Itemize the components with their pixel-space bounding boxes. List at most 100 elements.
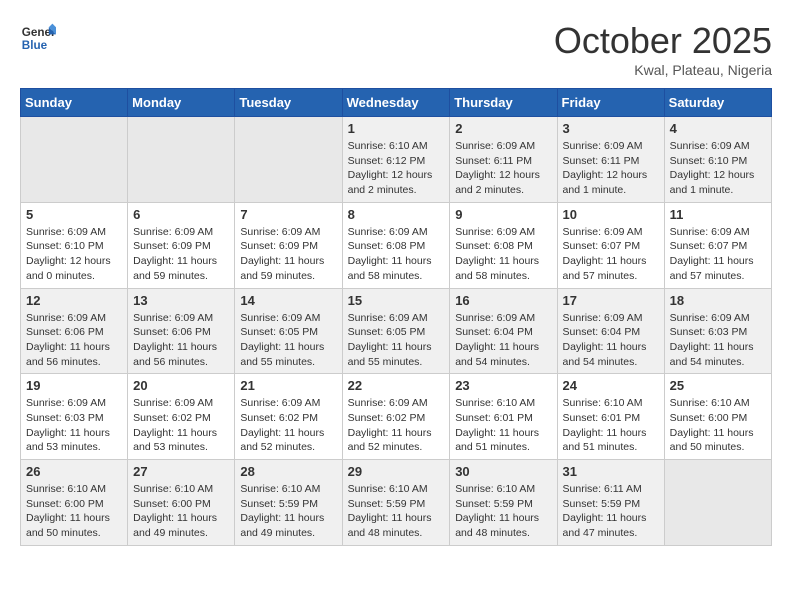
calendar-day-cell: 11 Sunrise: 6:09 AMSunset: 6:07 PMDayligh… — [664, 202, 771, 288]
calendar-week-row: 1 Sunrise: 6:10 AMSunset: 6:12 PMDaylight… — [21, 117, 772, 203]
calendar-day-cell — [664, 460, 771, 546]
calendar-day-cell: 8Sunrise: 6:09 AMSunset: 6:08 PMDaylight… — [342, 202, 450, 288]
day-number: 19 — [26, 378, 122, 393]
calendar-day-cell: 27Sunrise: 6:10 AMSunset: 6:00 PMDayligh… — [128, 460, 235, 546]
calendar-day-cell: 10 Sunrise: 6:09 AMSunset: 6:07 PMDayligh… — [557, 202, 664, 288]
calendar-day-cell: 19 Sunrise: 6:09 AMSunset: 6:03 PMDayligh… — [21, 374, 128, 460]
day-number: 15 — [348, 293, 445, 308]
day-number: 17 — [563, 293, 659, 308]
day-info: Sunrise: 6:10 AMSunset: 6:12 PMDaylight:… — [348, 139, 445, 198]
calendar-day-cell — [128, 117, 235, 203]
day-number: 11 — [670, 207, 766, 222]
calendar-day-cell: 12 Sunrise: 6:09 AMSunset: 6:06 PMDayligh… — [21, 288, 128, 374]
day-number: 13 — [133, 293, 229, 308]
weekday-header: Tuesday — [235, 89, 342, 117]
day-info: Sunrise: 6:10 AMSunset: 6:01 PMDaylight:… — [563, 396, 659, 455]
day-info: Sunrise: 6:10 AMSunset: 6:00 PMDaylight:… — [133, 482, 229, 541]
day-number: 28 — [240, 464, 336, 479]
day-number: 18 — [670, 293, 766, 308]
day-number: 5 — [26, 207, 122, 222]
day-number: 4 — [670, 121, 766, 136]
weekday-header: Friday — [557, 89, 664, 117]
calendar-day-cell: 22Sunrise: 6:09 AMSunset: 6:02 PMDayligh… — [342, 374, 450, 460]
day-number: 6 — [133, 207, 229, 222]
calendar-day-cell — [21, 117, 128, 203]
day-number: 12 — [26, 293, 122, 308]
logo: General Blue — [20, 20, 56, 56]
calendar-day-cell: 3Sunrise: 6:09 AMSunset: 6:11 PMDaylight… — [557, 117, 664, 203]
day-number: 31 — [563, 464, 659, 479]
day-info: Sunrise: 6:09 AMSunset: 6:06 PMDaylight:… — [26, 311, 122, 370]
day-info: Sunrise: 6:09 AMSunset: 6:09 PMDaylight:… — [133, 225, 229, 284]
location: Kwal, Plateau, Nigeria — [554, 62, 772, 78]
month-title: October 2025 — [554, 20, 772, 62]
day-number: 9 — [455, 207, 551, 222]
day-number: 1 — [348, 121, 445, 136]
weekday-header: Wednesday — [342, 89, 450, 117]
calendar-day-cell: 20 Sunrise: 6:09 AMSunset: 6:02 PMDayligh… — [128, 374, 235, 460]
calendar-day-cell: 14Sunrise: 6:09 AMSunset: 6:05 PMDayligh… — [235, 288, 342, 374]
day-info: Sunrise: 6:11 AMSunset: 5:59 PMDaylight:… — [563, 482, 659, 541]
day-info: Sunrise: 6:09 AMSunset: 6:06 PMDaylight:… — [133, 311, 229, 370]
calendar-day-cell: 15 Sunrise: 6:09 AMSunset: 6:05 PMDayligh… — [342, 288, 450, 374]
weekday-header: Saturday — [664, 89, 771, 117]
day-number: 16 — [455, 293, 551, 308]
calendar-table: SundayMondayTuesdayWednesdayThursdayFrid… — [20, 88, 772, 546]
day-number: 23 — [455, 378, 551, 393]
day-info: Sunrise: 6:09 AMSunset: 6:08 PMDaylight:… — [348, 225, 445, 284]
day-number: 29 — [348, 464, 445, 479]
svg-text:Blue: Blue — [22, 39, 48, 52]
day-info: Sunrise: 6:09 AMSunset: 6:02 PMDaylight:… — [348, 396, 445, 455]
day-info: Sunrise: 6:09 AMSunset: 6:09 PMDaylight:… — [240, 225, 336, 284]
day-info: Sunrise: 6:09 AMSunset: 6:11 PMDaylight:… — [455, 139, 551, 198]
day-number: 25 — [670, 378, 766, 393]
day-info: Sunrise: 6:09 AMSunset: 6:04 PMDaylight:… — [455, 311, 551, 370]
calendar-day-cell: 17 Sunrise: 6:09 AMSunset: 6:04 PMDayligh… — [557, 288, 664, 374]
day-info: Sunrise: 6:09 AMSunset: 6:07 PMDaylight:… — [563, 225, 659, 284]
calendar-day-cell: 21 Sunrise: 6:09 AMSunset: 6:02 PMDayligh… — [235, 374, 342, 460]
title-block: October 2025 Kwal, Plateau, Nigeria — [554, 20, 772, 78]
calendar-day-cell: 5 Sunrise: 6:09 AMSunset: 6:10 PMDaylight… — [21, 202, 128, 288]
day-number: 26 — [26, 464, 122, 479]
day-info: Sunrise: 6:09 AMSunset: 6:05 PMDaylight:… — [348, 311, 445, 370]
day-info: Sunrise: 6:09 AMSunset: 6:10 PMDaylight:… — [26, 225, 122, 284]
calendar-day-cell: 26 Sunrise: 6:10 AMSunset: 6:00 PMDayligh… — [21, 460, 128, 546]
calendar-day-cell: 30Sunrise: 6:10 AMSunset: 5:59 PMDayligh… — [450, 460, 557, 546]
calendar-week-row: 26 Sunrise: 6:10 AMSunset: 6:00 PMDayligh… — [21, 460, 772, 546]
calendar-day-cell: 4 Sunrise: 6:09 AMSunset: 6:10 PMDaylight… — [664, 117, 771, 203]
weekday-header: Sunday — [21, 89, 128, 117]
day-number: 20 — [133, 378, 229, 393]
day-number: 21 — [240, 378, 336, 393]
day-info: Sunrise: 6:09 AMSunset: 6:02 PMDaylight:… — [240, 396, 336, 455]
weekday-header: Thursday — [450, 89, 557, 117]
calendar-week-row: 5 Sunrise: 6:09 AMSunset: 6:10 PMDaylight… — [21, 202, 772, 288]
day-info: Sunrise: 6:10 AMSunset: 6:00 PMDaylight:… — [670, 396, 766, 455]
day-info: Sunrise: 6:10 AMSunset: 6:01 PMDaylight:… — [455, 396, 551, 455]
day-info: Sunrise: 6:09 AMSunset: 6:10 PMDaylight:… — [670, 139, 766, 198]
day-info: Sunrise: 6:09 AMSunset: 6:11 PMDaylight:… — [563, 139, 659, 198]
day-info: Sunrise: 6:09 AMSunset: 6:04 PMDaylight:… — [563, 311, 659, 370]
calendar-day-cell: 29Sunrise: 6:10 AMSunset: 5:59 PMDayligh… — [342, 460, 450, 546]
calendar-day-cell: 6 Sunrise: 6:09 AMSunset: 6:09 PMDaylight… — [128, 202, 235, 288]
calendar-day-cell: 9 Sunrise: 6:09 AMSunset: 6:08 PMDaylight… — [450, 202, 557, 288]
calendar-day-cell: 16 Sunrise: 6:09 AMSunset: 6:04 PMDayligh… — [450, 288, 557, 374]
day-info: Sunrise: 6:09 AMSunset: 6:07 PMDaylight:… — [670, 225, 766, 284]
day-info: Sunrise: 6:09 AMSunset: 6:02 PMDaylight:… — [133, 396, 229, 455]
calendar-day-cell: 24 Sunrise: 6:10 AMSunset: 6:01 PMDayligh… — [557, 374, 664, 460]
day-number: 10 — [563, 207, 659, 222]
calendar-day-cell: 18 Sunrise: 6:09 AMSunset: 6:03 PMDayligh… — [664, 288, 771, 374]
day-info: Sunrise: 6:09 AMSunset: 6:08 PMDaylight:… — [455, 225, 551, 284]
calendar-week-row: 12 Sunrise: 6:09 AMSunset: 6:06 PMDayligh… — [21, 288, 772, 374]
logo-icon: General Blue — [20, 20, 56, 56]
day-number: 2 — [455, 121, 551, 136]
day-info: Sunrise: 6:09 AMSunset: 6:03 PMDaylight:… — [670, 311, 766, 370]
day-number: 14 — [240, 293, 336, 308]
calendar-day-cell: 13 Sunrise: 6:09 AMSunset: 6:06 PMDayligh… — [128, 288, 235, 374]
calendar-day-cell: 25 Sunrise: 6:10 AMSunset: 6:00 PMDayligh… — [664, 374, 771, 460]
calendar-week-row: 19 Sunrise: 6:09 AMSunset: 6:03 PMDayligh… — [21, 374, 772, 460]
day-info: Sunrise: 6:09 AMSunset: 6:03 PMDaylight:… — [26, 396, 122, 455]
day-info: Sunrise: 6:10 AMSunset: 5:59 PMDaylight:… — [240, 482, 336, 541]
day-info: Sunrise: 6:10 AMSunset: 6:00 PMDaylight:… — [26, 482, 122, 541]
day-number: 30 — [455, 464, 551, 479]
day-number: 24 — [563, 378, 659, 393]
